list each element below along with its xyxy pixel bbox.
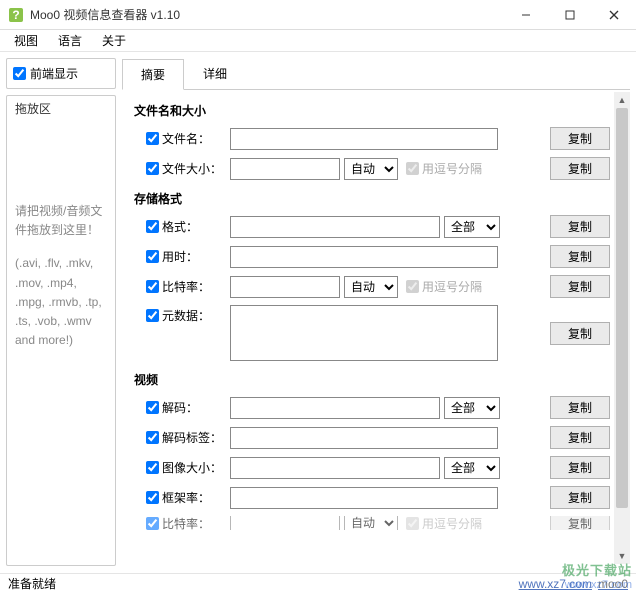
- duration-field[interactable]: [230, 246, 498, 268]
- filesize-unit-select[interactable]: 自动: [344, 158, 398, 180]
- copy-button[interactable]: 复制: [550, 245, 610, 268]
- bitrate-comma-checkbox[interactable]: 用逗号分隔: [406, 278, 482, 295]
- filesize-comma-checkbox[interactable]: 用逗号分隔: [406, 160, 482, 177]
- copy-button[interactable]: 复制: [550, 456, 610, 479]
- vertical-scrollbar[interactable]: ▲ ▼: [614, 92, 630, 564]
- front-display-box: 前端显示: [6, 58, 116, 89]
- filesize-field[interactable]: [230, 158, 340, 180]
- svg-text:?: ?: [12, 8, 19, 22]
- video-bitrate-field[interactable]: [230, 516, 340, 530]
- filesize-checkbox[interactable]: 文件大小：: [146, 160, 226, 177]
- content-area: 文件名和大小 文件名： 复制 文件大小： 自动 用逗号分隔 复制 存储格式 格式…: [122, 90, 630, 566]
- status-text: 准备就绪: [8, 575, 56, 592]
- bitrate-field[interactable]: [230, 276, 340, 298]
- scroll-track[interactable]: [614, 108, 630, 548]
- video-bitrate-checkbox[interactable]: 比特率：: [146, 516, 226, 530]
- tab-bar: 摘要 详细: [122, 58, 630, 90]
- row-bitrate: 比特率： 自动 用逗号分隔 复制: [134, 275, 620, 298]
- app-icon: ?: [8, 7, 24, 23]
- section-file-title: 文件名和大小: [134, 102, 620, 119]
- scroll-up-arrow[interactable]: ▲: [614, 92, 630, 108]
- framerate-checkbox[interactable]: 框架率：: [146, 489, 226, 506]
- scroll-thumb[interactable]: [616, 108, 628, 508]
- copy-button[interactable]: 复制: [550, 157, 610, 180]
- window-title: Moo0 视频信息查看器 v1.10: [30, 6, 504, 23]
- row-image-size: 图像大小： 全部 复制: [134, 456, 620, 479]
- row-duration: 用时： 复制: [134, 245, 620, 268]
- image-size-checkbox[interactable]: 图像大小：: [146, 459, 226, 476]
- tab-detail[interactable]: 详细: [184, 58, 246, 89]
- video-bitrate-unit-select[interactable]: 自动: [344, 516, 398, 530]
- status-link[interactable]: www.xz7.commoo0: [519, 577, 628, 591]
- menu-language[interactable]: 语言: [50, 30, 90, 51]
- video-bitrate-comma-checkbox[interactable]: 用逗号分隔: [406, 516, 482, 530]
- titlebar: ? Moo0 视频信息查看器 v1.10: [0, 0, 636, 30]
- row-format: 格式： 全部 复制: [134, 215, 620, 238]
- row-video-bitrate: 比特率： 自动 用逗号分隔 复制: [134, 516, 620, 530]
- menubar: 视图 语言 关于: [0, 30, 636, 52]
- front-display-input[interactable]: [13, 67, 26, 80]
- row-framerate: 框架率： 复制: [134, 486, 620, 509]
- metadata-checkbox[interactable]: 元数据：: [146, 307, 226, 324]
- drop-zone-extensions: (.avi, .flv, .mkv, .mov, .mp4, .mpg, .rm…: [15, 254, 107, 350]
- filename-field[interactable]: [230, 128, 498, 150]
- decode-tag-checkbox[interactable]: 解码标签：: [146, 429, 226, 446]
- row-decode: 解码： 全部 复制: [134, 396, 620, 419]
- decode-tag-field[interactable]: [230, 427, 498, 449]
- copy-button[interactable]: 复制: [550, 322, 610, 345]
- duration-checkbox[interactable]: 用时：: [146, 248, 226, 265]
- row-metadata: 元数据： 复制: [134, 305, 620, 361]
- copy-button[interactable]: 复制: [550, 215, 610, 238]
- copy-button[interactable]: 复制: [550, 127, 610, 150]
- close-button[interactable]: [592, 0, 636, 30]
- front-display-checkbox[interactable]: 前端显示: [13, 65, 109, 82]
- copy-button[interactable]: 复制: [550, 486, 610, 509]
- image-size-select[interactable]: 全部: [444, 457, 500, 479]
- drop-zone-hint: 请把视频/音频文件拖放到这里！: [15, 202, 107, 240]
- tab-summary[interactable]: 摘要: [122, 59, 184, 90]
- minimize-button[interactable]: [504, 0, 548, 30]
- row-decode-tag: 解码标签： 复制: [134, 426, 620, 449]
- format-select[interactable]: 全部: [444, 216, 500, 238]
- menu-about[interactable]: 关于: [94, 30, 134, 51]
- maximize-button[interactable]: [548, 0, 592, 30]
- copy-button[interactable]: 复制: [550, 516, 610, 530]
- metadata-field[interactable]: [230, 305, 498, 361]
- format-field[interactable]: [230, 216, 440, 238]
- copy-button[interactable]: 复制: [550, 396, 610, 419]
- section-storage-title: 存储格式: [134, 190, 620, 207]
- format-checkbox[interactable]: 格式：: [146, 218, 226, 235]
- bitrate-unit-select[interactable]: 自动: [344, 276, 398, 298]
- row-filename: 文件名： 复制: [134, 127, 620, 150]
- framerate-field[interactable]: [230, 487, 498, 509]
- decode-field[interactable]: [230, 397, 440, 419]
- scroll-down-arrow[interactable]: ▼: [614, 548, 630, 564]
- row-filesize: 文件大小： 自动 用逗号分隔 复制: [134, 157, 620, 180]
- copy-button[interactable]: 复制: [550, 426, 610, 449]
- decode-checkbox[interactable]: 解码：: [146, 399, 226, 416]
- drop-zone-title: 拖放区: [15, 100, 107, 117]
- front-display-label: 前端显示: [30, 65, 78, 82]
- section-video-title: 视频: [134, 371, 620, 388]
- copy-button[interactable]: 复制: [550, 275, 610, 298]
- drop-zone[interactable]: 拖放区 请把视频/音频文件拖放到这里！ (.avi, .flv, .mkv, .…: [6, 95, 116, 566]
- menu-view[interactable]: 视图: [6, 30, 46, 51]
- image-size-field[interactable]: [230, 457, 440, 479]
- bitrate-checkbox[interactable]: 比特率：: [146, 278, 226, 295]
- filename-checkbox[interactable]: 文件名：: [146, 130, 226, 147]
- decode-select[interactable]: 全部: [444, 397, 500, 419]
